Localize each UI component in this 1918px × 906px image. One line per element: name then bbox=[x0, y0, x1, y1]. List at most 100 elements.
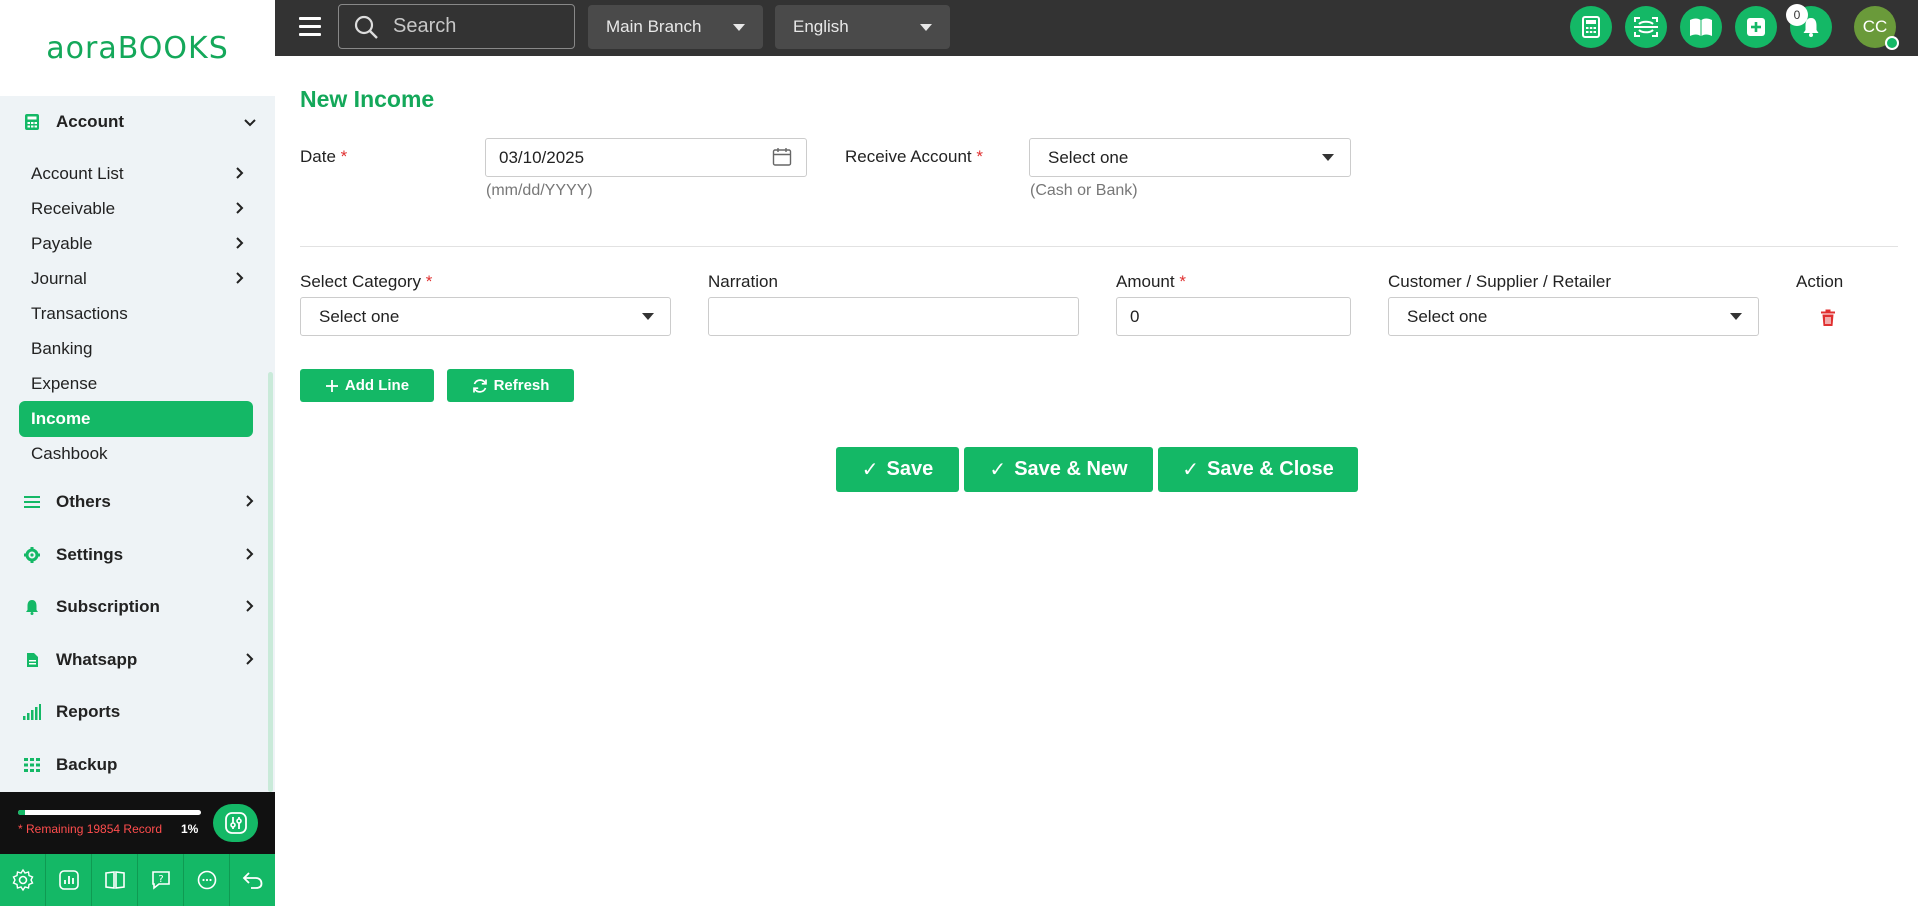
caret-down-icon bbox=[920, 24, 932, 31]
sidebar-section-label: Subscription bbox=[56, 597, 160, 616]
category-select[interactable]: Select one bbox=[300, 297, 671, 336]
settings-shortcut-button[interactable] bbox=[0, 854, 46, 906]
sidebar-section-label: Others bbox=[56, 492, 111, 511]
guide-book-button[interactable] bbox=[1680, 6, 1722, 48]
back-shortcut-button[interactable] bbox=[230, 854, 275, 906]
sidebar-item-payable[interactable]: Payable bbox=[19, 226, 253, 262]
caret-down-icon bbox=[1322, 154, 1334, 161]
calculator-button[interactable] bbox=[1570, 6, 1612, 48]
chevron-right-icon bbox=[235, 599, 265, 615]
calculator-icon bbox=[22, 112, 42, 132]
refresh-icon bbox=[472, 378, 487, 393]
sidebar-section-subscription[interactable]: Subscription bbox=[0, 587, 265, 627]
chevron-right-icon bbox=[227, 236, 253, 252]
sidebar-item-receivable[interactable]: Receivable bbox=[19, 191, 253, 227]
sliders-icon bbox=[224, 812, 247, 834]
sidebar-section-account[interactable]: Account bbox=[0, 102, 265, 142]
sidebar-section-label: Settings bbox=[56, 545, 124, 564]
save-and-close-label: Save & Close bbox=[1207, 458, 1334, 480]
usage-progress-bar bbox=[18, 810, 201, 815]
sidebar-item-account-list[interactable]: Account List bbox=[19, 156, 253, 192]
bar-chart-icon bbox=[22, 702, 42, 722]
chevron-right-icon bbox=[235, 547, 265, 563]
calendar-icon[interactable] bbox=[772, 147, 792, 172]
sidebar-section-reports[interactable]: Reports bbox=[0, 692, 265, 732]
amount-input-value: 0 bbox=[1130, 306, 1140, 326]
main-content: New Income Date * 03/10/2025 (mm/dd/YYYY… bbox=[275, 56, 1918, 906]
narration-input[interactable] bbox=[708, 297, 1079, 336]
branch-select[interactable]: Main Branch bbox=[588, 5, 763, 49]
sidebar-section-label: Whatsapp bbox=[56, 650, 138, 669]
refresh-label: Refresh bbox=[493, 377, 550, 394]
plus-icon bbox=[325, 379, 338, 392]
save-and-new-button[interactable]: ✓ Save & New bbox=[964, 447, 1153, 492]
sidebar-section-whatsapp[interactable]: Whatsapp bbox=[0, 640, 265, 680]
sidebar-item-label: Expense bbox=[31, 374, 98, 393]
language-select-value: English bbox=[793, 17, 849, 36]
sidebar-section-others[interactable]: Others bbox=[0, 482, 265, 522]
party-select[interactable]: Select one bbox=[1388, 297, 1759, 336]
sidebar-section-backup[interactable]: Backup bbox=[0, 745, 265, 785]
amount-column-label-text: Amount bbox=[1116, 272, 1175, 291]
search-icon bbox=[354, 15, 378, 39]
sidebar-item-label: Banking bbox=[31, 339, 93, 358]
scan-button[interactable] bbox=[1625, 6, 1667, 48]
date-field[interactable]: 03/10/2025 bbox=[485, 138, 807, 177]
book-icon bbox=[104, 871, 125, 889]
sidebar-scrollbar[interactable] bbox=[268, 372, 273, 792]
save-label: Save bbox=[886, 458, 934, 480]
delete-line-button[interactable] bbox=[1820, 309, 1836, 332]
gear-icon bbox=[22, 545, 42, 565]
sidebar-item-label: Payable bbox=[31, 234, 93, 253]
sidebar-item-journal[interactable]: Journal bbox=[19, 261, 253, 297]
category-column-label: Select Category * bbox=[300, 272, 432, 292]
brand-logo[interactable]: aoraBOOKS bbox=[0, 0, 275, 96]
chat-shortcut-button[interactable] bbox=[184, 854, 230, 906]
chevron-down-icon bbox=[235, 115, 265, 130]
avatar-initials: CC bbox=[1862, 17, 1888, 36]
help-shortcut-button[interactable]: ? bbox=[138, 854, 184, 906]
required-mark: * bbox=[1179, 272, 1186, 291]
search-input[interactable] bbox=[393, 15, 563, 38]
category-select-value: Select one bbox=[319, 306, 400, 326]
reports-shortcut-button[interactable] bbox=[46, 854, 92, 906]
required-mark: * bbox=[976, 147, 983, 166]
language-select[interactable]: English bbox=[775, 5, 950, 49]
chevron-right-icon bbox=[227, 166, 253, 182]
usage-settings-button[interactable] bbox=[213, 804, 258, 842]
quick-add-button[interactable] bbox=[1735, 6, 1777, 48]
caret-down-icon bbox=[1730, 313, 1742, 320]
menu-toggle-button[interactable] bbox=[299, 17, 321, 37]
sidebar-item-transactions[interactable]: Transactions bbox=[19, 296, 253, 332]
sidebar-item-expense[interactable]: Expense bbox=[19, 366, 253, 402]
sidebar-section-label: Reports bbox=[56, 702, 121, 721]
sidebar-section-label: Backup bbox=[56, 755, 118, 774]
logo-part-1: aora bbox=[46, 30, 118, 66]
receive-account-label-text: Receive Account bbox=[845, 147, 972, 166]
sidebar-section-settings[interactable]: Settings bbox=[0, 535, 265, 575]
check-icon: ✓ bbox=[989, 459, 1007, 481]
list-icon bbox=[22, 492, 42, 512]
receive-account-select-value: Select one bbox=[1048, 147, 1129, 167]
party-column-label: Customer / Supplier / Retailer bbox=[1388, 272, 1611, 291]
chevron-right-icon bbox=[227, 271, 253, 287]
amount-input[interactable]: 0 bbox=[1116, 297, 1351, 336]
add-line-button[interactable]: Add Line bbox=[300, 369, 434, 402]
add-line-label: Add Line bbox=[344, 377, 410, 394]
sidebar-item-income[interactable]: Income bbox=[19, 401, 253, 437]
sidebar-item-banking[interactable]: Banking bbox=[19, 331, 253, 367]
save-and-close-button[interactable]: ✓ Save & Close bbox=[1158, 447, 1358, 492]
chart-icon bbox=[58, 870, 79, 890]
action-column-label: Action bbox=[1796, 272, 1844, 291]
save-button[interactable]: ✓ Save bbox=[836, 447, 959, 492]
document-icon bbox=[22, 650, 42, 670]
refresh-button[interactable]: Refresh bbox=[447, 369, 574, 402]
receive-account-select[interactable]: Select one bbox=[1029, 138, 1351, 177]
sidebar-item-cashbook[interactable]: Cashbook bbox=[19, 436, 253, 472]
receive-account-hint: (Cash or Bank) bbox=[1030, 182, 1138, 199]
user-avatar[interactable]: CC bbox=[1854, 6, 1899, 50]
trash-icon bbox=[1821, 309, 1835, 326]
guide-shortcut-button[interactable] bbox=[92, 854, 138, 906]
date-field-value: 03/10/2025 bbox=[499, 147, 585, 167]
calculator-icon bbox=[1582, 16, 1600, 38]
